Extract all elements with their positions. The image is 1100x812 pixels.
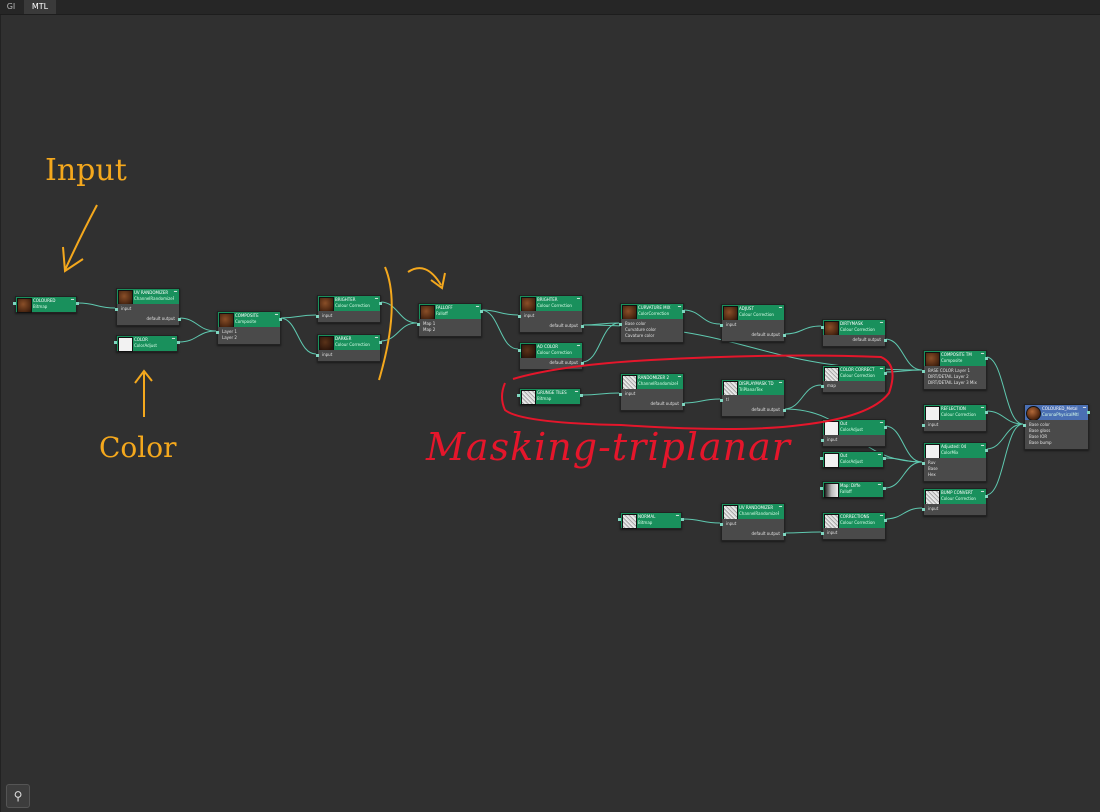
annotation-layer <box>62 204 894 430</box>
masking-outline <box>501 354 894 430</box>
pin-button[interactable]: ⚲ <box>6 784 30 808</box>
bracket-annotation <box>378 266 393 381</box>
annotation-color: Color <box>99 431 177 464</box>
annotation-input: Input <box>45 153 127 188</box>
tab-bar: GI MTL <box>0 0 1100 15</box>
pin-icon: ⚲ <box>13 789 23 803</box>
annotation-masking: Masking-triplanar <box>426 425 791 469</box>
node-editor-canvas[interactable]: COLOURED Bitmap ━ UV RANDOMIZER ChannelRando… <box>0 15 1100 812</box>
tab-mtl[interactable]: MTL <box>24 0 56 14</box>
tab-gi[interactable]: GI <box>0 0 22 14</box>
